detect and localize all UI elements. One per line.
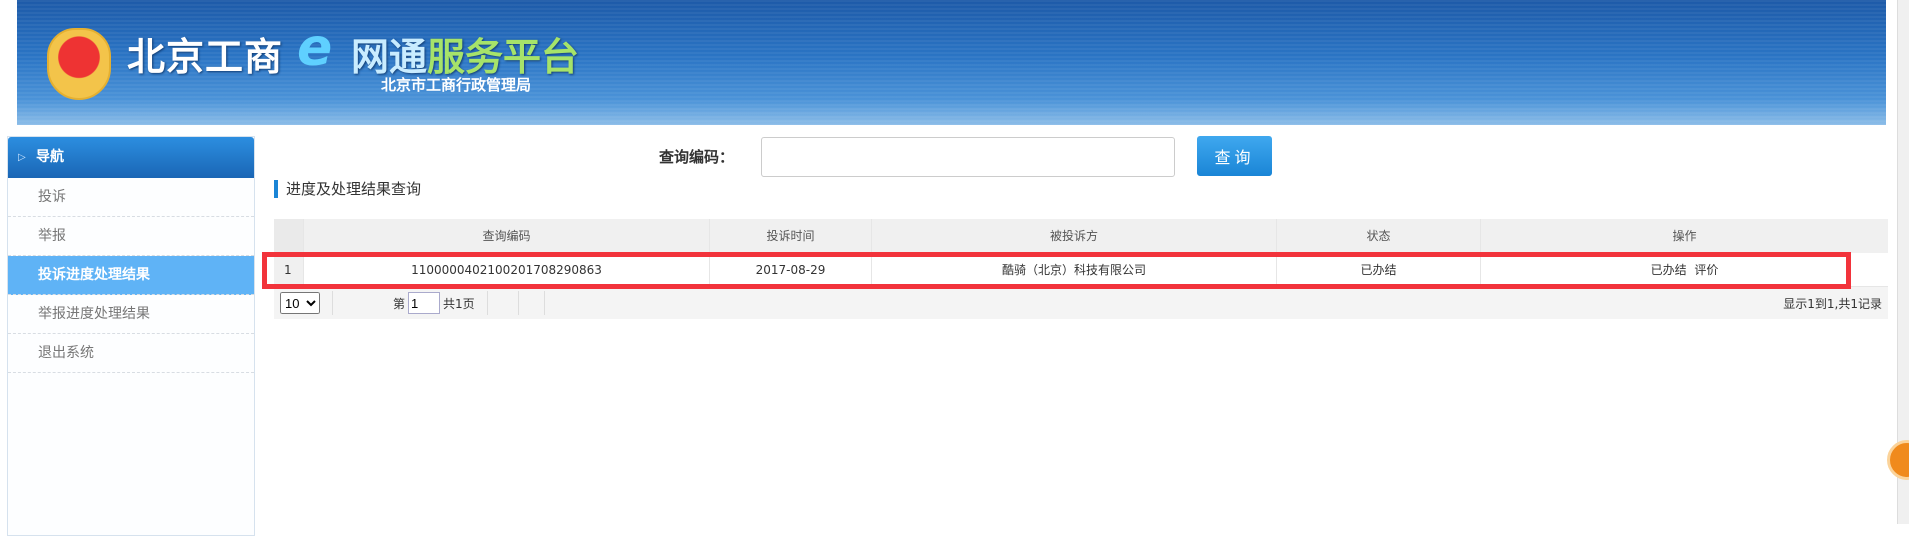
sidebar-item-report[interactable]: 举报: [8, 217, 254, 256]
query-button[interactable]: 查询: [1197, 136, 1272, 176]
row-index: 1: [274, 253, 304, 286]
cell-code: 1100000402100201708290863: [304, 253, 710, 286]
arrow-right-icon: ▷: [18, 152, 26, 163]
header-banner: 北京工商 e 网通服务平台 北京市工商行政管理局: [17, 0, 1886, 125]
cell-action: 已办结 评价: [1481, 253, 1888, 286]
section-title: 进度及处理结果查询: [274, 180, 421, 198]
sidebar-item-complaint-progress[interactable]: 投诉进度处理结果: [8, 256, 254, 295]
evaluate-link[interactable]: 评价: [1694, 263, 1718, 277]
cell-party: 酷骑（北京）科技有限公司: [872, 253, 1277, 286]
e-logo: e: [297, 18, 333, 78]
site-title: 北京工商: [127, 35, 284, 79]
header-index: [274, 219, 304, 253]
nav-heading: ▷ 导航: [8, 137, 254, 178]
emblem-logo: [47, 28, 111, 100]
cell-time: 2017-08-29: [710, 253, 872, 286]
divider: [486, 291, 488, 315]
nav-heading-label: 导航: [36, 149, 64, 165]
divider: [543, 291, 545, 315]
query-code-input[interactable]: [761, 137, 1175, 177]
page-number-input[interactable]: [408, 292, 441, 314]
header-status[interactable]: 状态: [1277, 219, 1481, 253]
header-code[interactable]: 查询编码: [304, 219, 710, 253]
divider: [517, 291, 519, 315]
site-title-rest: 网通服务平台: [351, 26, 579, 81]
record-info: 显示1到1,共1记录: [1783, 296, 1882, 311]
title-part: 网通: [351, 35, 428, 79]
header-party[interactable]: 被投诉方: [872, 219, 1277, 253]
action-status: 已办结: [1650, 263, 1687, 277]
header-action[interactable]: 操作: [1481, 219, 1888, 253]
site-subtitle: 北京市工商行政管理局: [381, 76, 532, 94]
query-code-label: 查询编码：: [659, 148, 735, 166]
page-total: 共1页: [443, 296, 475, 311]
pagination: 10 第 共1页 显示1到1,共1记录: [274, 287, 1888, 319]
title-part: 服务平台: [427, 35, 580, 79]
divider: [332, 291, 333, 315]
sidebar-item-report-progress[interactable]: 举报进度处理结果: [8, 295, 254, 334]
floating-widget[interactable]: [1887, 440, 1909, 480]
page-size-select[interactable]: 10: [280, 292, 320, 314]
header-time[interactable]: 投诉时间: [710, 219, 872, 253]
page-prefix: 第: [393, 296, 406, 311]
cell-status: 已办结: [1277, 253, 1481, 286]
sidebar: ▷ 导航 投诉 举报 投诉进度处理结果 举报进度处理结果 退出系统: [7, 136, 255, 536]
table-header: 查询编码 投诉时间 被投诉方 状态 操作: [274, 219, 1888, 253]
table-row[interactable]: 1 1100000402100201708290863 2017-08-29 酷…: [274, 253, 1888, 287]
sidebar-item-logout[interactable]: 退出系统: [8, 334, 254, 373]
page-indicator: 第 共1页: [393, 292, 475, 314]
sidebar-item-complaint[interactable]: 投诉: [8, 178, 254, 217]
results-table: 查询编码 投诉时间 被投诉方 状态 操作 1 11000004021002017…: [274, 219, 1888, 319]
